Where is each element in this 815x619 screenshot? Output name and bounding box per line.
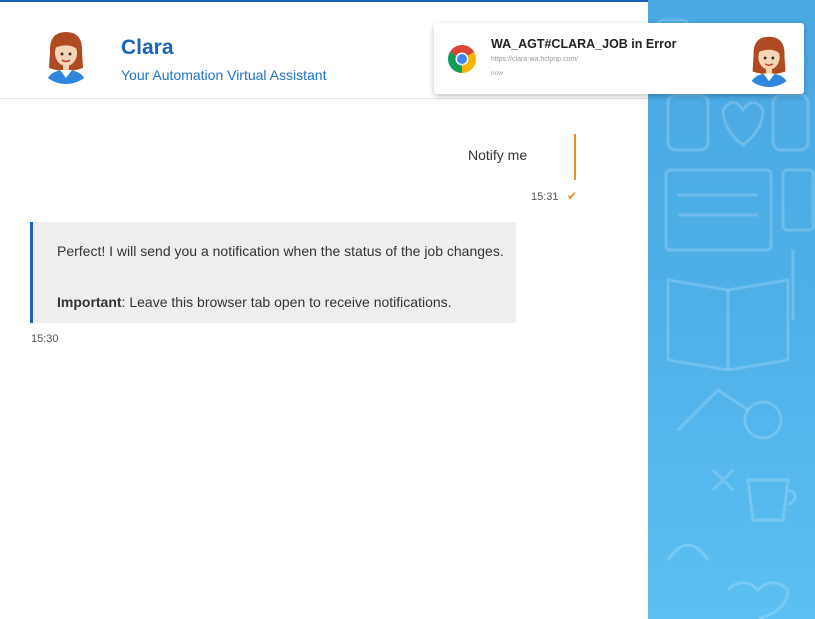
assistant-subtitle: Your Automation Virtual Assistant — [121, 67, 327, 83]
avatar — [36, 24, 96, 84]
chrome-icon — [446, 43, 478, 75]
notification-time: now — [491, 70, 503, 77]
browser-notification[interactable]: WA_AGT#CLARA_JOB in Error https://clara-… — [434, 23, 804, 94]
bot-message: Perfect! I will send you a notification … — [30, 222, 516, 323]
important-label: Important — [57, 294, 122, 310]
important-text: : Leave this browser tab open to receive… — [121, 294, 452, 310]
bot-message-text: Perfect! I will send you a notification … — [57, 243, 504, 259]
notification-title: WA_AGT#CLARA_JOB in Error — [491, 37, 677, 51]
avatar — [740, 29, 798, 87]
user-message: Notify me — [468, 147, 528, 163]
user-message-time: 15:31 — [531, 191, 559, 203]
bot-message-important: Important: Leave this browser tab open t… — [57, 294, 452, 310]
assistant-name: Clara — [121, 36, 174, 59]
check-icon: ✔ — [567, 189, 578, 203]
user-message-bar — [574, 134, 576, 180]
bot-message-time: 15:30 — [31, 333, 59, 345]
notification-url: https://clara-wa.hclpnp.com/ — [491, 56, 579, 63]
